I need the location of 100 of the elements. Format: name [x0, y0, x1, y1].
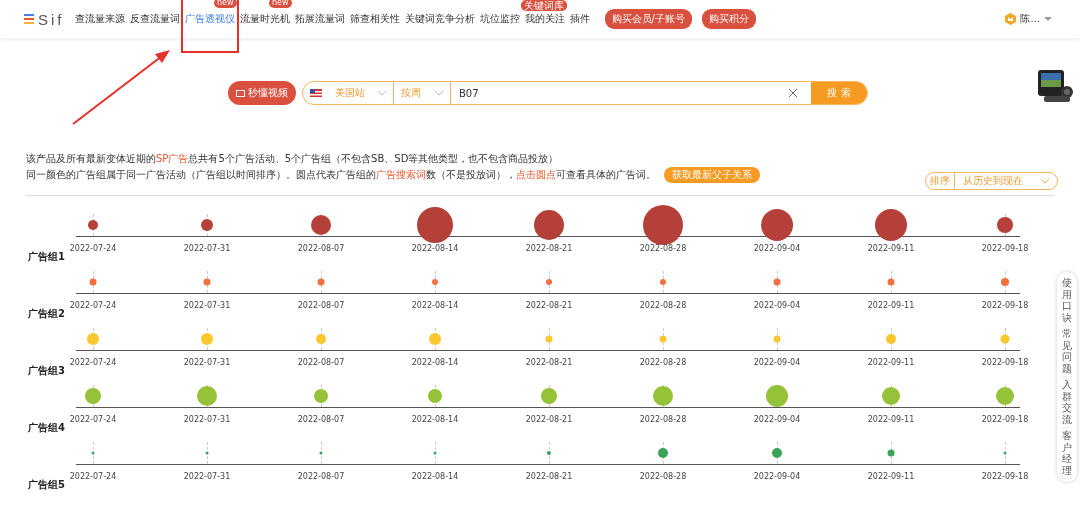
chevron-icon	[435, 90, 443, 96]
close-icon[interactable]	[789, 89, 797, 97]
nav-link[interactable]: 反查流量词	[129, 12, 180, 26]
crown-icon	[1005, 13, 1017, 25]
bubble[interactable]	[658, 448, 668, 458]
date-label: 2022-09-04	[753, 301, 801, 310]
new-badge: new	[213, 0, 237, 8]
bubble[interactable]	[660, 279, 666, 285]
bubble[interactable]	[317, 278, 325, 286]
date-label: 2022-08-07	[297, 415, 345, 424]
date-label: 2022-08-28	[639, 301, 687, 310]
nav-link[interactable]: 拓展流量词	[294, 12, 345, 26]
bubble[interactable]	[433, 451, 437, 455]
date-label: 2022-07-31	[183, 244, 231, 253]
date-label: 2022-09-18	[981, 244, 1029, 253]
date-label: 2022-08-07	[297, 244, 345, 253]
side-menu-item[interactable]: 客户经理	[1062, 428, 1072, 479]
date-label: 2022-09-11	[867, 415, 915, 424]
date-label: 2022-08-28	[639, 472, 687, 481]
date-label: 2022-09-18	[981, 415, 1029, 424]
bubble[interactable]	[201, 219, 213, 231]
date-label: 2022-08-21	[525, 358, 573, 367]
date-label: 2022-08-14	[411, 472, 459, 481]
date-label: 2022-09-11	[867, 472, 915, 481]
user-name[interactable]: 陈...	[1020, 12, 1040, 26]
bubble[interactable]	[761, 209, 793, 241]
bubble[interactable]	[88, 220, 98, 230]
date-label: 2022-08-28	[639, 244, 687, 253]
date-label: 2022-08-14	[411, 301, 459, 310]
date-label: 2022-07-31	[183, 472, 231, 481]
caret-icon[interactable]	[1044, 16, 1052, 22]
side-menu-item[interactable]: 使用口诀	[1062, 275, 1072, 326]
date-label: 2022-09-11	[867, 358, 915, 367]
date-label: 2022-07-24	[69, 358, 117, 367]
date-label: 2022-08-21	[525, 301, 573, 310]
video-button[interactable]: 秒懂视频	[228, 81, 296, 105]
info-text: 同一颜色的广告组属于同一广告活动（广告组以时间排序）。圆点代表广告组的广告搜索词数（不是投放词），点击圆点可查看具体的广告词。	[26, 168, 656, 182]
date-label: 2022-09-18	[981, 472, 1029, 481]
purchase-button[interactable]: 购买会员/子账号	[604, 9, 692, 29]
date-label: 2022-07-31	[183, 358, 231, 367]
date-label: 2022-08-28	[639, 415, 687, 424]
nav-link[interactable]: 筛查相关性	[349, 12, 400, 26]
bubble[interactable]	[534, 210, 564, 240]
bubble[interactable]	[1003, 451, 1007, 455]
logo-text: Sif	[38, 10, 65, 28]
bubble[interactable]	[887, 278, 895, 286]
bubble[interactable]	[546, 279, 552, 285]
date-label: 2022-08-07	[297, 472, 345, 481]
group-label: 广告组3	[28, 364, 65, 378]
date-label: 2022-08-14	[411, 415, 459, 424]
date-label: 2022-08-14	[411, 244, 459, 253]
bubble[interactable]	[773, 278, 781, 286]
bubble[interactable]	[417, 207, 453, 243]
bubble[interactable]	[203, 278, 211, 286]
date-label: 2022-09-18	[981, 358, 1029, 367]
side-menu-item[interactable]: 入群交流	[1062, 377, 1072, 428]
nav-link[interactable]: 关键词竞争分析	[404, 12, 475, 26]
bubble[interactable]	[643, 205, 683, 245]
nav-link[interactable]: 插件	[569, 12, 590, 26]
group-label: 广告组4	[28, 421, 65, 435]
date-label: 2022-07-31	[183, 301, 231, 310]
bubble[interactable]	[887, 449, 895, 457]
date-label: 2022-08-07	[297, 301, 345, 310]
flag-icon	[309, 89, 322, 97]
menu-icon[interactable]	[24, 14, 34, 24]
side-menu-item[interactable]: 常见问题	[1062, 326, 1072, 377]
chevron-icon	[378, 90, 387, 96]
date-label: 2022-09-04	[753, 358, 801, 367]
date-label: 2022-08-07	[297, 358, 345, 367]
bubble[interactable]	[311, 215, 331, 235]
date-label: 2022-09-04	[753, 415, 801, 424]
group-label: 广告组2	[28, 307, 65, 321]
bubble[interactable]	[319, 451, 323, 455]
bubble[interactable]	[89, 278, 97, 286]
new-badge: 关键词库	[520, 0, 567, 11]
new-badge: new	[268, 0, 292, 8]
nav-link[interactable]: 流量时光机	[239, 12, 290, 26]
date-label: 2022-07-24	[69, 244, 117, 253]
nav-link[interactable]: 我的关注	[524, 12, 565, 26]
nav-link[interactable]: 广告透视仪	[184, 12, 235, 26]
date-label: 2022-08-21	[525, 472, 573, 481]
date-label: 2022-09-11	[867, 244, 915, 253]
date-label: 2022-08-21	[525, 244, 573, 253]
date-label: 2022-07-24	[69, 472, 117, 481]
group-label: 广告组5	[28, 478, 65, 492]
bubble[interactable]	[997, 217, 1013, 233]
date-label: 2022-08-21	[525, 415, 573, 424]
date-label: 2022-09-04	[753, 472, 801, 481]
bubble[interactable]	[1001, 278, 1009, 286]
bubble[interactable]	[205, 451, 209, 455]
date-label: 2022-09-18	[981, 301, 1029, 310]
video-icon	[236, 89, 245, 97]
nav-link[interactable]: 坑位监控	[479, 12, 520, 26]
purchase-button[interactable]: 购买积分	[701, 9, 756, 29]
bubble[interactable]	[772, 448, 782, 458]
bubble[interactable]	[91, 451, 95, 455]
bubble[interactable]	[432, 279, 438, 285]
info-text: 该产品及所有最新变体近期的SP广告总共有5个广告活动、5个广告组（不包含SB、SD等其他类型，也不包含商品投放）	[26, 153, 559, 164]
bubble[interactable]	[875, 209, 907, 241]
nav-link[interactable]: 查流量来源	[74, 12, 125, 26]
